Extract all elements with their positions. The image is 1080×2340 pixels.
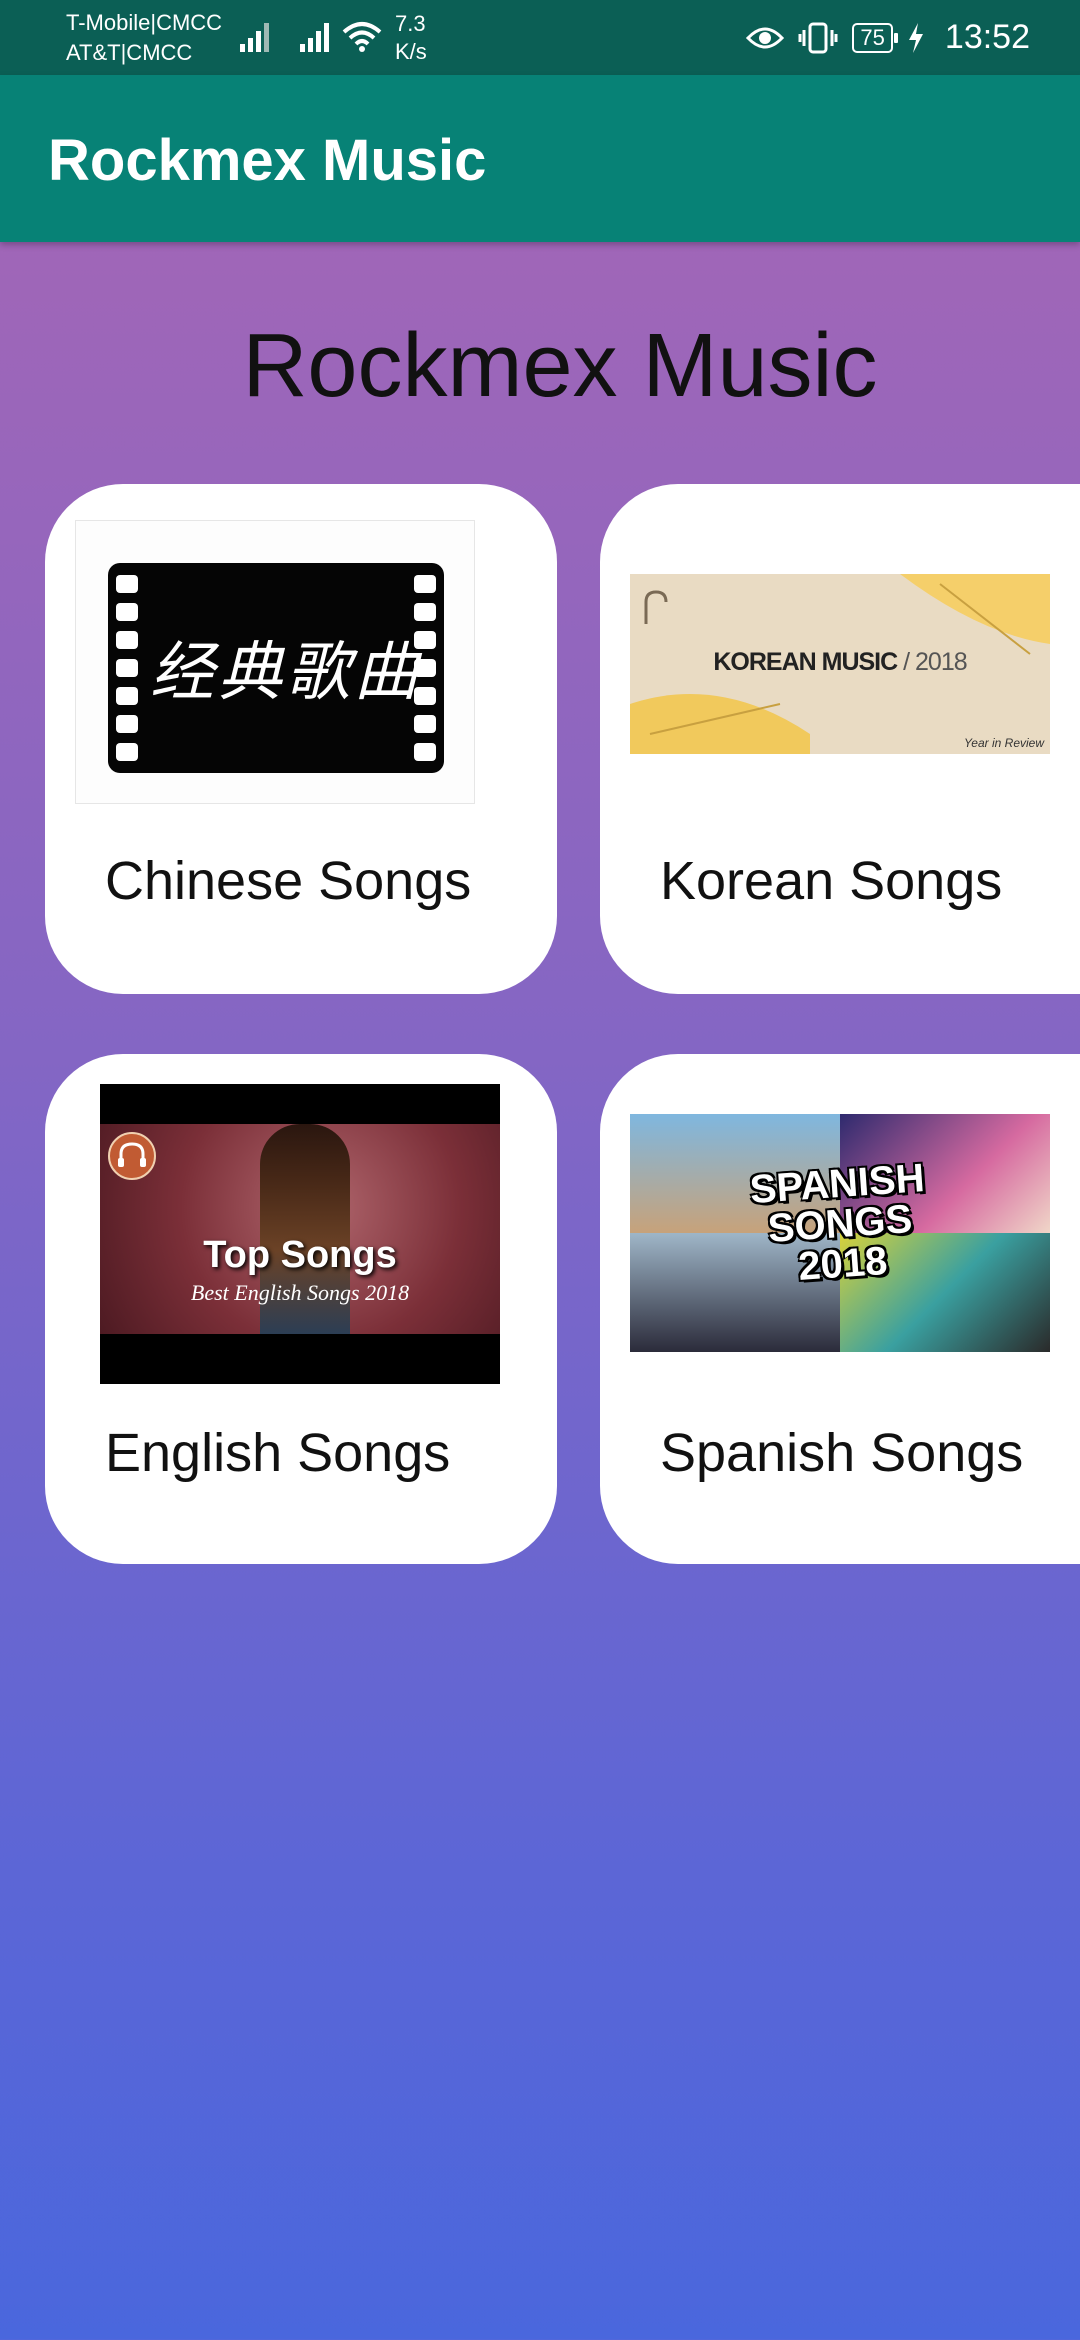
category-card-spanish[interactable]: SPANISH SONGS 2018 Spanish Songs [600,1054,1080,1564]
english-thumb-title: Top Songs [203,1234,397,1276]
network-speed-unit: K/s [395,39,427,64]
chinese-songs-thumbnail: 经典歌曲 [75,520,475,804]
vibrate-icon [798,22,838,53]
app-bar: Rockmex Music [0,75,1080,242]
network-speed: 7.3 K/s [395,10,427,66]
page-title: Rockmex Music [242,316,878,416]
clock: 13:52 [944,18,1030,56]
korean-songs-thumbnail: KOREAN MUSIC / 2018 Year in Review [630,574,1050,754]
eye-icon [746,27,785,48]
headphones-logo-icon [108,1132,156,1180]
english-thumb-subtitle: Best English Songs 2018 [190,1280,410,1305]
category-label-english: English Songs [105,1423,451,1483]
battery-indicator: 75 [852,22,899,53]
battery-level: 75 [860,24,885,50]
film-strip-graphic: 经典歌曲 [108,563,444,773]
english-songs-thumbnail: Top Songs Best English Songs 2018 [100,1084,500,1384]
wifi-icon [342,22,382,52]
category-label-spanish: Spanish Songs [660,1423,1024,1483]
umbrella-handle-graphic [644,590,668,624]
category-card-korean[interactable]: KOREAN MUSIC / 2018 Year in Review Korea… [600,484,1080,994]
korean-thumb-title: KOREAN MUSIC [713,648,898,676]
korean-thumb-note: Year in Review [963,736,1044,750]
umbrella-graphic-bottom [630,694,810,754]
carrier-line-2: AT&T|CMCC [66,40,193,65]
cell-signal-1-icon [240,23,269,52]
category-card-english[interactable]: Top Songs Best English Songs 2018 Englis… [45,1054,557,1564]
category-label-chinese: Chinese Songs [105,851,472,911]
carrier-line-1: T-Mobile|CMCC [66,10,223,35]
chinese-thumb-text: 经典歌曲 [150,636,422,708]
spanish-songs-thumbnail: SPANISH SONGS 2018 [630,1114,1050,1352]
status-right: 75 13:52 [746,0,1030,75]
korean-thumb-text: KOREAN MUSIC / 2018 [630,648,1050,677]
korean-thumb-year: / 2018 [903,648,968,676]
cell-signal-2-icon [300,23,329,52]
status-bar: T-Mobile|CMCC AT&T|CMCC 7.3 K/s 75 13:52 [0,0,1080,75]
charging-bolt-icon [908,22,923,53]
app-bar-title: Rockmex Music [48,128,487,193]
category-label-korean: Korean Songs [660,851,1003,911]
carrier-info: T-Mobile|CMCC AT&T|CMCC [66,8,222,68]
network-speed-value: 7.3 [395,11,426,36]
category-card-chinese[interactable]: 经典歌曲 Chinese Songs [45,484,557,994]
